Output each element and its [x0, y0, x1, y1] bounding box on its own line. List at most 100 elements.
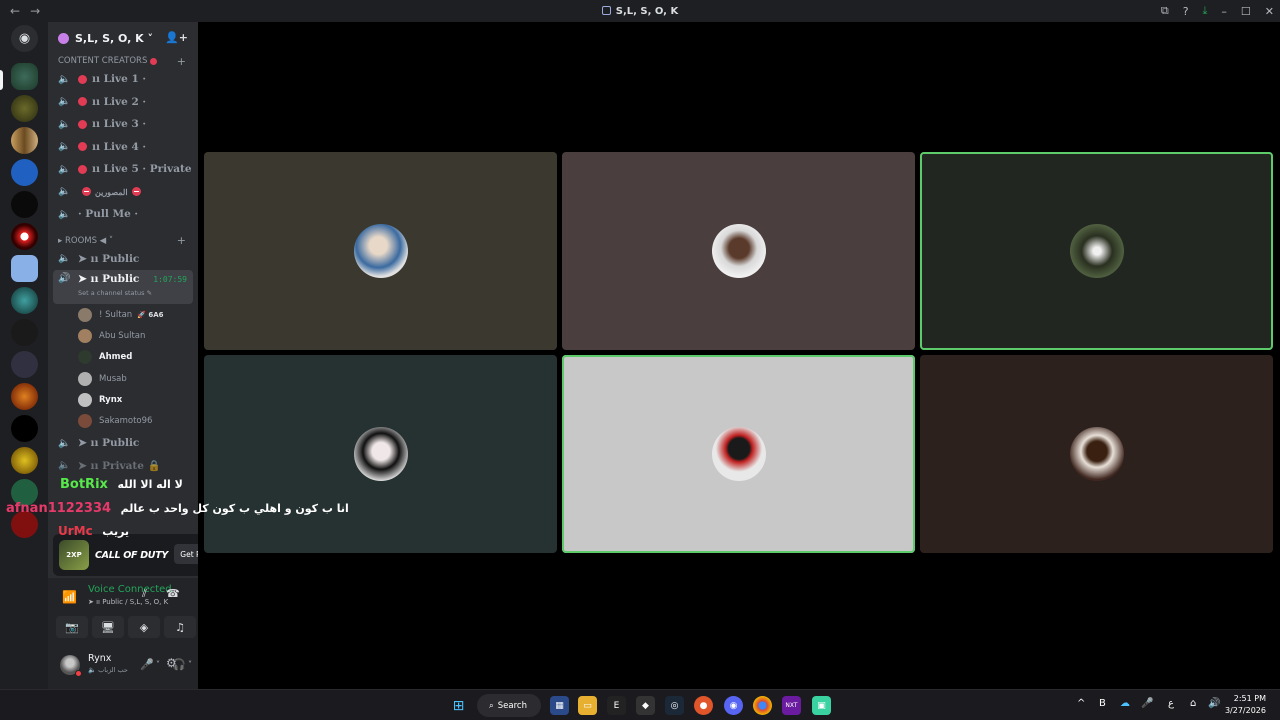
screen-share-icon[interactable]: ⧉: [1161, 4, 1169, 18]
windows-start-icon[interactable]: ⊞: [449, 696, 468, 715]
participant-tile[interactable]: [204, 355, 557, 553]
volume-icon[interactable]: 🔊: [1208, 698, 1220, 709]
window-title-text: S,L, S, O, K: [615, 5, 679, 17]
participant-tile[interactable]: [920, 152, 1273, 350]
back-arrow-icon[interactable]: ←: [10, 4, 20, 18]
server-icon-5[interactable]: [11, 191, 38, 218]
server-icon-9[interactable]: [11, 319, 38, 346]
add-channel-icon[interactable]: +: [177, 55, 186, 68]
username[interactable]: Rynx: [88, 653, 111, 664]
server-icon-12[interactable]: [11, 415, 38, 442]
screen-share-button[interactable]: 🖥: [92, 616, 124, 638]
close-button[interactable]: ✕: [1265, 5, 1274, 18]
voice-member[interactable]: Abu Sultan: [48, 325, 198, 346]
download-icon[interactable]: ⤓: [1203, 4, 1208, 18]
tray-cloud-icon[interactable]: ☁: [1120, 698, 1130, 709]
voice-member[interactable]: Musab: [48, 368, 198, 389]
chrome-icon[interactable]: [753, 696, 772, 715]
chat-message: انا ب كون و اهلي ب كون كل واحد ب عالم: [120, 502, 349, 515]
channel-mosawer[interactable]: 🔈 المصورين: [48, 181, 198, 204]
voice-member[interactable]: Sakamoto96: [48, 410, 198, 431]
channel-public-1[interactable]: 🔈 ➤ ıı Public: [48, 248, 198, 271]
taskbar-clock[interactable]: 2:51 PM 3/27/2026: [1225, 693, 1266, 717]
voice-member[interactable]: Rynx: [48, 389, 198, 410]
channel-live-3[interactable]: 🔈 ıı Live 3 ·: [48, 113, 198, 136]
chevron-down-icon[interactable]: ˅: [156, 660, 160, 669]
get-reward-button[interactable]: Get Reward!: [174, 544, 198, 564]
member-name: Sakamoto96: [99, 416, 153, 427]
camera-button[interactable]: 📷: [56, 616, 88, 638]
voice-member[interactable]: Ahmed: [48, 347, 198, 368]
microphone-icon[interactable]: 🎤: [140, 658, 154, 671]
activity-icon: ◈: [139, 620, 149, 634]
server-icon-7[interactable]: [11, 255, 38, 282]
camera-off-icon: 📷: [65, 620, 79, 634]
channel-live-5[interactable]: 🔈 ıı Live 5 · Private: [48, 158, 198, 181]
category-rooms[interactable]: ▸ ROOMS ◀ ˅ +: [48, 234, 198, 248]
channel-live-2[interactable]: 🔈 ıı Live 2 ·: [48, 91, 198, 114]
invite-icon[interactable]: 👤+: [165, 31, 188, 44]
store-icon[interactable]: ▦: [550, 696, 569, 715]
server-icon-sslsok[interactable]: [11, 63, 38, 90]
tray-app-icon[interactable]: B: [1099, 698, 1106, 709]
chevron-down-icon[interactable]: ˅: [188, 660, 192, 669]
minimize-button[interactable]: –: [1221, 5, 1227, 18]
discord-home-icon[interactable]: ◉: [11, 25, 38, 52]
window-title: S,L, S, O, K: [0, 5, 1280, 17]
overlay-chat-line: afnan1122334 انا ب كون و اهلي ب كون كل و…: [6, 497, 349, 516]
server-icon-3[interactable]: [11, 127, 38, 154]
participant-tile[interactable]: [562, 355, 915, 553]
channel-live-4[interactable]: 🔈 ıı Live 4 ·: [48, 136, 198, 159]
firefox-icon[interactable]: ●: [694, 696, 713, 715]
category-content-creators[interactable]: CONTENT CREATORS +: [48, 54, 198, 68]
channel-status-prompt[interactable]: Set a channel status ✎: [78, 289, 152, 297]
voice-member[interactable]: ! Sultan 🚀 6A6: [48, 304, 198, 325]
server-icon-8[interactable]: [11, 287, 38, 314]
channel-public-active[interactable]: 🔊 ➤ ıı Public 1:07:59 Set a channel stat…: [53, 270, 193, 304]
server-mini-icon: [601, 5, 611, 15]
participant-tile[interactable]: [920, 355, 1273, 553]
language-indicator[interactable]: ع: [1168, 698, 1174, 709]
server-icon-13[interactable]: [11, 447, 38, 474]
app-cube-icon[interactable]: ◆: [636, 696, 655, 715]
server-header[interactable]: S,L, S, O, K ˅ 👤+: [48, 22, 198, 54]
network-icon[interactable]: ⌂: [1190, 698, 1196, 709]
server-icon-6a6[interactable]: [11, 383, 38, 410]
server-icon-6[interactable]: [11, 223, 38, 250]
help-icon[interactable]: ?: [1183, 5, 1189, 18]
channel-public-3[interactable]: 🔈 ➤ ıı Public: [48, 432, 198, 455]
avatar: [78, 371, 92, 386]
channel-pull-me[interactable]: 🔈 · Pull Me ·: [48, 203, 198, 226]
taskbar-search[interactable]: ⌕ Search: [477, 694, 541, 717]
participant-tile[interactable]: [204, 152, 557, 350]
soundboard-button[interactable]: ♫: [164, 616, 196, 638]
server-icon-r7[interactable]: [11, 159, 38, 186]
maximize-button[interactable]: ☐: [1241, 5, 1251, 18]
tray-mic-icon[interactable]: 🎤: [1141, 698, 1153, 709]
channel-live-1[interactable]: 🔈 ıı Live 1 ·: [48, 68, 198, 91]
steam-icon[interactable]: ◎: [665, 696, 684, 715]
next-app-icon[interactable]: NXT: [782, 696, 801, 715]
server-icon-10[interactable]: [11, 351, 38, 378]
signal-icon[interactable]: 📶: [62, 590, 77, 604]
epic-games-icon[interactable]: E: [607, 696, 626, 715]
forward-arrow-icon[interactable]: →: [30, 4, 40, 18]
channel-label: · Pull Me ·: [78, 208, 139, 221]
noise-suppression-icon[interactable]: ⫽: [142, 587, 147, 601]
speaker-icon: 🔈: [58, 186, 71, 198]
activity-button[interactable]: ◈: [128, 616, 160, 638]
voice-status[interactable]: Voice Connected: [88, 584, 172, 595]
add-channel-icon[interactable]: +: [177, 234, 186, 247]
app-green-icon[interactable]: ▣: [812, 696, 831, 715]
tray-overflow-icon[interactable]: ^: [1077, 698, 1085, 709]
server-icon-2[interactable]: [11, 95, 38, 122]
file-explorer-icon[interactable]: ▭: [578, 696, 597, 715]
settings-gear-icon[interactable]: ⚙: [166, 656, 177, 670]
speaker-icon: 🔈: [58, 96, 71, 108]
voice-channel-path[interactable]: ➤ ıı Public / S,L, S, O, K: [88, 598, 168, 606]
member-name: Rynx: [99, 394, 123, 405]
participant-tile[interactable]: [562, 152, 915, 350]
disconnect-icon[interactable]: ☎: [166, 587, 180, 600]
discord-taskbar-icon[interactable]: ◉: [724, 696, 743, 715]
promo-banner[interactable]: 2XP CALL OF DUTY Get Reward!: [53, 534, 198, 576]
